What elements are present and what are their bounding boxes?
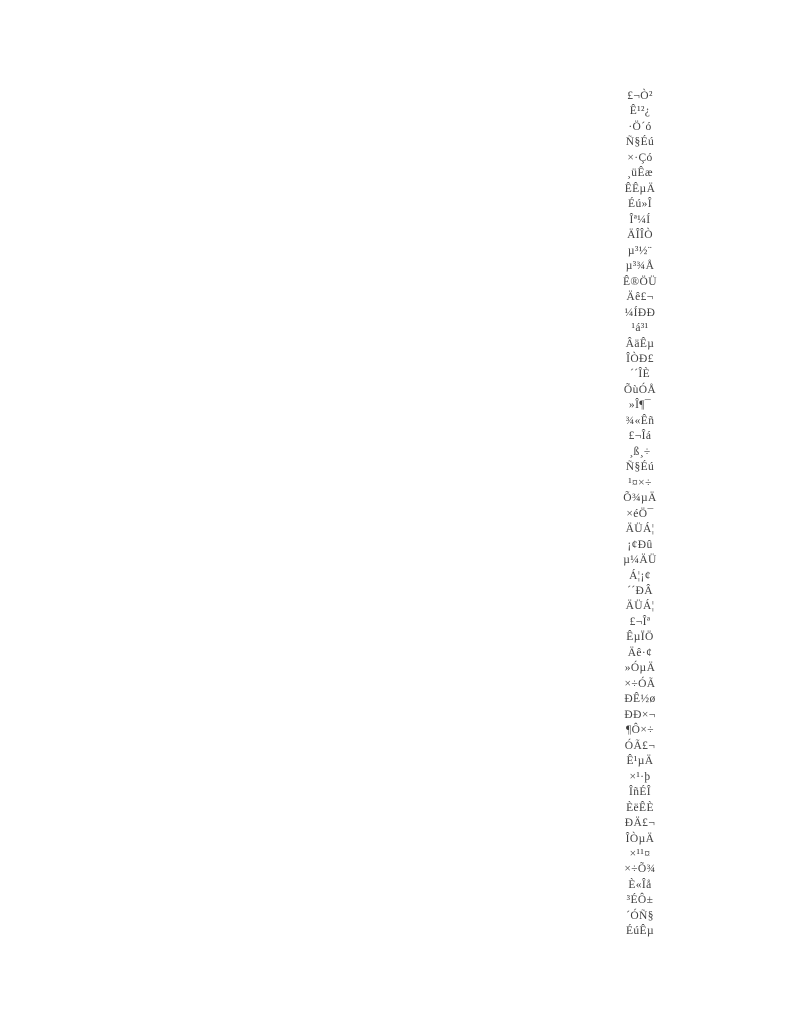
text-column: £¬Ò² Ê¹²¿ ·Ö´ó Ñ§Éú ×·Çó ¸üÊæ ÊÊµÄ Éú»Î Îª¼Í ÄÎÎÒ…	[596, 89, 684, 940]
text-line: ¹¤×÷	[628, 476, 652, 489]
text-line: ÎÒµÄ	[625, 832, 655, 845]
text-line: Îª¼Í	[629, 213, 651, 226]
text-line: Ê¹²¿	[629, 105, 651, 118]
text-line: ´´ÐÂ	[627, 585, 653, 597]
text-line: »ÓµÄ	[624, 662, 656, 675]
text-line: ÄÜÁ¦	[625, 523, 655, 536]
text-line: ×÷Õ¾	[624, 863, 656, 876]
text-line: Ê®ÖÜ	[623, 275, 657, 288]
text-line: ÐÐ×¬	[624, 708, 656, 721]
text-line: ÎñÉÎ	[628, 786, 652, 799]
text-line: ÂäÊµ	[625, 337, 655, 350]
text-line: Ê¹µÄ	[626, 755, 654, 768]
text-line: ×éÖ¯	[626, 507, 654, 520]
text-line: ×·Çó	[627, 151, 653, 164]
text-line: £¬Îá	[628, 430, 652, 443]
text-line: ÐÊ½ø	[624, 693, 656, 706]
text-line: ¸ß¸÷	[629, 445, 651, 458]
text-line: ´ÓÑ§	[626, 909, 654, 922]
text-line: ÄÜÁ¦	[625, 600, 655, 613]
text-line: ÈëÊÈ	[626, 801, 654, 814]
text-line: ×¹¹¤	[629, 847, 651, 860]
text-line: µ³½¨	[627, 244, 653, 257]
text-line: »Î¶¯	[628, 399, 652, 412]
text-line: ×÷ÓÃ	[624, 677, 656, 690]
text-line: ¹á³¹	[631, 322, 649, 335]
text-line: ·Ö´ó	[628, 120, 652, 133]
text-line: ×¹·þ	[629, 770, 651, 783]
text-line: Ñ§Éú	[625, 136, 655, 149]
text-line: ÓÃ£¬	[624, 739, 656, 752]
text-line: Äê£¬	[626, 291, 654, 304]
text-line: ÕùÓÅ	[623, 383, 657, 396]
document-page: £¬Ò² Ê¹²¿ ·Ö´ó Ñ§Éú ×·Çó ¸üÊæ ÊÊµÄ Éú»Î Îª¼Í ÄÎÎÒ…	[0, 0, 800, 1036]
text-line: ÉúÊµ	[625, 925, 655, 938]
text-line: ¼ÍÐÐ	[624, 306, 656, 319]
text-line: ÐÄ£¬	[624, 817, 656, 830]
text-line: Ñ§Éú	[625, 461, 655, 474]
text-line: ÊµÏÖ	[626, 631, 654, 644]
text-line: ÊÊµÄ	[624, 182, 656, 195]
text-line: Õ¾µÄ	[623, 492, 657, 505]
text-line: ¡¢Ðû	[627, 538, 653, 551]
text-line: ¸üÊæ	[627, 167, 653, 180]
text-line: £¬Îª	[629, 615, 651, 628]
text-line: ÄÎÎÒ	[627, 229, 653, 242]
text-line: ³ÉÔ±	[626, 894, 654, 907]
text-line: Äê·¢	[627, 646, 653, 659]
text-line: Á¦¡¢	[629, 569, 651, 582]
text-line: ÎÒÐ£	[626, 352, 654, 365]
text-line: £¬Ò²	[627, 90, 653, 102]
text-line: È«Îå	[628, 878, 652, 891]
text-line: Éú»Î	[628, 198, 652, 211]
text-line: µ³¾Å	[625, 260, 655, 273]
text-line: ¾«Êñ	[625, 414, 655, 427]
text-line: µ¼ÄÜ	[623, 554, 657, 567]
text-line: ¶Ô×÷	[626, 724, 654, 737]
text-line: ´´ÎÈ	[629, 368, 651, 381]
